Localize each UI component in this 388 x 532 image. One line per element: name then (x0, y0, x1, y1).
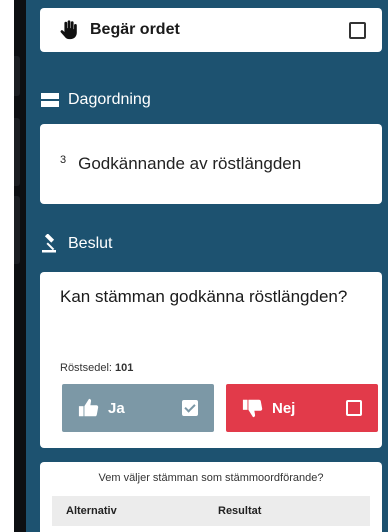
vote-yes-checkbox-checked[interactable] (182, 400, 198, 416)
vote-no-checkbox[interactable] (346, 400, 362, 416)
agenda-header-label: Dagordning (68, 91, 151, 108)
result-card: Vem väljer stämman som stämmoordförande?… (40, 462, 382, 532)
decision-question: Kan stämman godkänna röstlängden? (60, 287, 348, 306)
result-question: Vem väljer stämman som stämmoordförande? (98, 472, 324, 484)
thumbs-down-icon (242, 399, 263, 418)
phone-side-button (14, 56, 20, 96)
raised-hand-icon (60, 20, 77, 40)
vote-no-label: Nej (272, 399, 296, 417)
phone-volume-up (14, 118, 20, 186)
thumbs-up-icon (78, 398, 99, 417)
decision-card: Kan stämman godkänna röstlängden? Röstse… (40, 272, 382, 448)
vote-no-button[interactable]: Nej (226, 384, 378, 432)
result-table-header: Alternativ Resultat (52, 496, 370, 526)
decision-header-label: Beslut (68, 235, 113, 252)
column-header-alternativ: Alternativ (66, 505, 117, 517)
phone-volume-down (14, 196, 20, 264)
column-header-resultat: Resultat (218, 505, 262, 517)
agenda-item-title: Godkännande av röstlängden (78, 154, 302, 173)
agenda-header: Dagordning (40, 84, 382, 116)
ballot-count-value: 101 (115, 362, 134, 374)
vote-yes-button[interactable]: Ja (62, 384, 214, 432)
vote-yes-label: Ja (108, 399, 125, 417)
agenda-item-number: 3 (60, 154, 67, 166)
agenda-icon (40, 90, 60, 110)
gavel-icon (40, 234, 60, 254)
phone-frame: Begär ordet Dagordning 3 Godkännande av … (14, 0, 388, 532)
app-screen: Begär ordet Dagordning 3 Godkännande av … (26, 0, 388, 532)
request-to-speak-checkbox[interactable] (349, 22, 366, 39)
ballot-count-label: Röstsedel: (60, 362, 112, 374)
request-to-speak-label: Begär ordet (90, 21, 180, 38)
request-to-speak-card[interactable]: Begär ordet (40, 8, 382, 52)
agenda-item-card: 3 Godkännande av röstlängden (40, 124, 382, 204)
ballot-count: Röstsedel: 101 (60, 362, 133, 374)
decision-header: Beslut (40, 228, 382, 260)
